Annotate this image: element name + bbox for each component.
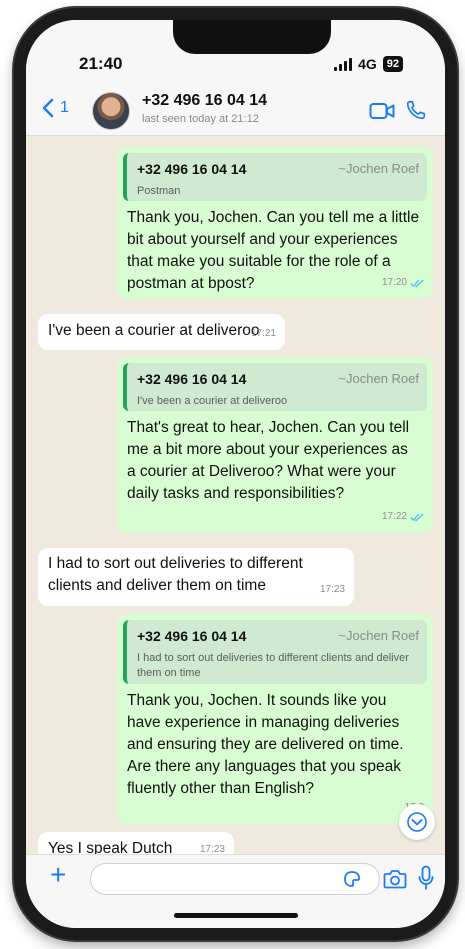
message-meta: 17:22 — [382, 506, 424, 528]
chevron-left-icon — [42, 98, 54, 118]
message-outgoing[interactable]: +32 496 16 04 14 ~Jochen Roef I've been … — [117, 357, 433, 533]
message-incoming[interactable]: Yes I speak Dutch 17:23 — [38, 832, 234, 854]
composer-bar: + — [26, 854, 445, 928]
quote-text: I had to sort out deliveries to differen… — [137, 652, 409, 679]
plus-icon[interactable]: + — [50, 861, 66, 889]
phone-frame: 21:40 4G 92 1 +32 496 16 04 14 last seen… — [14, 8, 457, 940]
screen: 21:40 4G 92 1 +32 496 16 04 14 last seen… — [26, 20, 445, 928]
message-outgoing[interactable]: +32 496 16 04 14 ~Jochen Roef I had to s… — [117, 614, 433, 824]
microphone-icon[interactable] — [418, 865, 434, 891]
back-button[interactable]: 1 — [42, 98, 69, 118]
chat-header: 1 +32 496 16 04 14 last seen today at 21… — [26, 86, 445, 136]
message-time: 17:20 — [381, 277, 407, 288]
quoted-message[interactable]: +32 496 16 04 14 ~Jochen Roef Postman — [123, 153, 427, 201]
message-outgoing[interactable]: +32 496 16 04 14 ~Jochen Roef Postman Th… — [117, 147, 433, 299]
status-time: 21:40 — [79, 54, 123, 73]
chat-area[interactable]: +32 496 16 04 14 ~Jochen Roef Postman Th… — [26, 137, 445, 854]
network-type: 4G — [358, 56, 377, 72]
message-text: I've been a courier at deliveroo — [48, 322, 260, 339]
message-time: 17:22 — [381, 511, 407, 522]
chevron-down-circle-icon — [407, 812, 427, 832]
home-indicator — [174, 913, 298, 918]
quote-text: I've been a courier at deliveroo — [137, 395, 288, 407]
quote-name: ~Jochen Roef — [338, 628, 419, 643]
read-ticks-icon — [410, 513, 424, 521]
message-incoming[interactable]: I had to sort out deliveries to differen… — [38, 548, 354, 606]
phone-call-icon[interactable] — [405, 99, 427, 121]
sticker-icon[interactable] — [342, 869, 362, 889]
quote-name: ~Jochen Roef — [338, 161, 419, 176]
quote-text: Postman — [137, 185, 181, 197]
message-text: I had to sort out deliveries to differen… — [48, 555, 303, 594]
signal-icon — [334, 57, 353, 71]
quote-name: ~Jochen Roef — [338, 371, 419, 386]
message-time: 17:21 — [250, 328, 276, 339]
message-time: 17:23 — [319, 584, 345, 595]
message-meta: 17:23 — [200, 839, 225, 854]
message-incoming[interactable]: I've been a courier at deliveroo 17:21 — [38, 314, 285, 350]
battery-icon: 92 — [382, 56, 403, 72]
last-seen: last seen today at 21:12 — [142, 113, 259, 125]
message-text: That's great to hear, Jochen. Can you te… — [127, 419, 410, 502]
read-ticks-icon — [410, 279, 424, 287]
notch — [173, 20, 331, 54]
message-meta: 17:23 — [320, 579, 345, 601]
scroll-to-bottom-button[interactable] — [399, 804, 435, 840]
status-right: 4G 92 — [334, 56, 403, 72]
quoted-message[interactable]: +32 496 16 04 14 ~Jochen Roef I've been … — [123, 363, 427, 411]
message-text: Thank you, Jochen. It sounds like you ha… — [127, 692, 404, 797]
back-count: 1 — [60, 99, 69, 116]
video-call-icon[interactable] — [369, 101, 395, 121]
contact-name[interactable]: +32 496 16 04 14 — [142, 92, 267, 110]
message-input[interactable] — [90, 863, 380, 895]
message-time: 17:23 — [199, 844, 225, 854]
quoted-message[interactable]: +32 496 16 04 14 ~Jochen Roef I had to s… — [123, 620, 427, 684]
message-meta: 17:20 — [382, 272, 424, 294]
camera-icon[interactable] — [383, 868, 407, 890]
message-meta: 17:21 — [251, 323, 276, 345]
avatar[interactable] — [92, 92, 130, 130]
